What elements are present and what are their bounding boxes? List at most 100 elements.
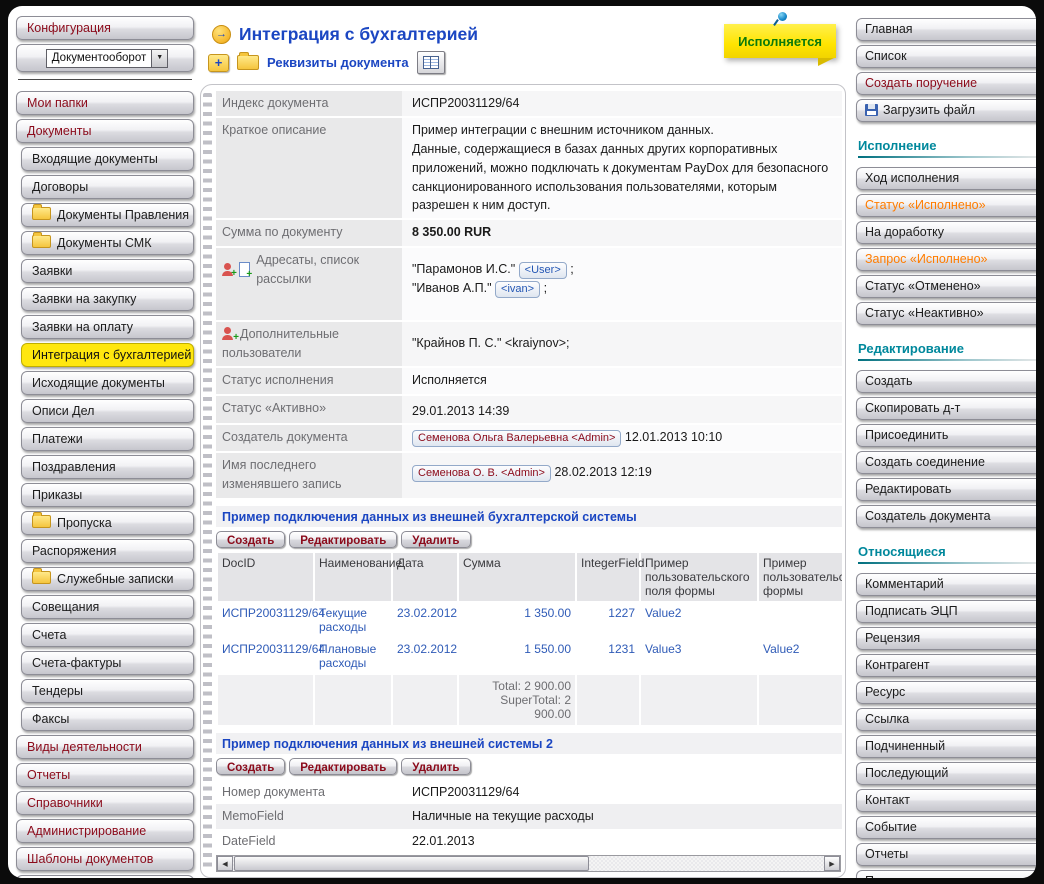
action-button[interactable]: Присоединить xyxy=(856,424,1036,447)
configuration-button[interactable]: Конфигурация xyxy=(16,16,194,40)
sidebar-item[interactable]: Интеграция с бухгалтерией xyxy=(21,343,194,367)
sidebar-item[interactable]: Документы СМК xyxy=(21,231,194,255)
doc-requisites-link[interactable]: Реквизиты документа xyxy=(267,55,409,70)
field-value: 29.01.2013 14:39 xyxy=(402,396,842,424)
delete-button[interactable]: Удалить xyxy=(401,531,470,548)
sidebar-item[interactable]: Документы Правления xyxy=(21,203,194,227)
sidebar-item[interactable]: Распоряжения xyxy=(21,539,194,563)
action-button[interactable]: Контрагент xyxy=(856,654,1036,677)
create-button[interactable]: Создать xyxy=(216,758,285,775)
sidebar-item[interactable]: Заявки на оплату xyxy=(21,315,194,339)
sidebar-item-label: Совещания xyxy=(32,600,99,614)
sidebar-item[interactable]: Пропуска xyxy=(21,511,194,535)
sidebar-item[interactable]: Исходящие документы xyxy=(21,371,194,395)
action-button[interactable]: Ссылка xyxy=(856,708,1036,731)
field-value: Наличные на текущие расходы xyxy=(402,804,842,829)
sidebar-item[interactable]: Документы xyxy=(16,119,194,143)
action-button[interactable]: Комментарий xyxy=(856,573,1036,596)
sidebar-item[interactable]: Мои папки xyxy=(16,91,194,115)
cell-docid[interactable]: ИСПР20031129/64 xyxy=(217,638,314,674)
sidebar-item[interactable]: Администрирование xyxy=(16,819,194,843)
sidebar-item[interactable]: Виды деятельности xyxy=(16,735,194,759)
edit-button[interactable]: Редактировать xyxy=(289,758,397,775)
add-user-icon[interactable]: + xyxy=(222,327,237,340)
sidebar-item[interactable]: Заявки на закупку xyxy=(21,287,194,311)
edit-button[interactable]: Редактировать xyxy=(289,531,397,548)
action-button[interactable]: На доработку xyxy=(856,221,1036,244)
group-header-related: Относящиеся xyxy=(858,544,1036,559)
action-button[interactable]: Подчиненный xyxy=(856,735,1036,758)
sidebar-item[interactable]: Договоры xyxy=(21,175,194,199)
action-button[interactable]: Скопировать д-т xyxy=(856,397,1036,420)
create-button[interactable]: Создать xyxy=(216,531,285,548)
action-button[interactable]: Создать соединение xyxy=(856,451,1036,474)
sidebar-item[interactable]: Факсы xyxy=(21,707,194,731)
field-row: Создатель документа Семенова Ольга Валер… xyxy=(216,425,842,452)
chevron-down-icon[interactable]: ▼ xyxy=(151,50,167,67)
sidebar-item[interactable]: Тендеры xyxy=(21,679,194,703)
field-row: Номер документа ИСПР20031129/64 xyxy=(216,780,842,805)
add-user-icon[interactable]: + xyxy=(222,263,235,276)
action-button[interactable]: Ход исполнения xyxy=(856,167,1036,190)
field-row: Имя последнего изменявшего запись Семено… xyxy=(216,453,842,500)
sidebar-item[interactable]: Платежи xyxy=(21,427,194,451)
module-select[interactable]: Документооборот ▼ xyxy=(46,49,168,68)
action-button[interactable]: Статус «Неактивно» xyxy=(856,302,1036,325)
sidebar-item-label: Отчеты xyxy=(27,768,70,782)
cell-docid[interactable]: ИСПР20031129/64 xyxy=(217,602,314,638)
sidebar-item[interactable]: Счета-фактуры xyxy=(21,651,194,675)
col-custom2: Пример пользовательского поля формы xyxy=(758,553,842,602)
scroll-left-arrow[interactable]: ◀ xyxy=(217,856,233,871)
sidebar-item[interactable]: Отчеты xyxy=(16,763,194,787)
scroll-right-arrow[interactable]: ▶ xyxy=(824,856,840,871)
delete-button[interactable]: Удалить xyxy=(401,758,470,775)
cell-name[interactable]: Плановые расходы xyxy=(314,638,392,674)
action-button[interactable]: Пользователи xyxy=(856,870,1036,878)
list-button[interactable]: Список xyxy=(856,45,1036,68)
horizontal-scrollbar[interactable]: ◀ ▶ xyxy=(216,855,841,872)
table-row[interactable]: ИСПР20031129/64 Текущие расходы 23.02.20… xyxy=(217,602,842,638)
action-button[interactable]: Событие xyxy=(856,816,1036,839)
sidebar-item[interactable]: Служебные записки xyxy=(21,567,194,591)
action-button[interactable]: Запрос «Исполнено» xyxy=(856,248,1036,271)
scrollbar-thumb[interactable] xyxy=(234,856,589,871)
col-docid: DocID xyxy=(217,553,314,602)
table-row[interactable]: ИСПР20031129/64 Плановые расходы 23.02.2… xyxy=(217,638,842,674)
pin-icon xyxy=(778,12,787,21)
sidebar-item[interactable]: Ссылки xyxy=(16,875,194,878)
sidebar-item[interactable]: Шаблоны документов xyxy=(16,847,194,871)
sidebar-item[interactable]: Справочники xyxy=(16,791,194,815)
action-button[interactable]: Подписать ЭЦП xyxy=(856,600,1036,623)
user-chip[interactable]: <User> xyxy=(519,262,567,279)
sidebar-item[interactable]: Входящие документы xyxy=(21,147,194,171)
action-button[interactable]: Статус «Исполнено» xyxy=(856,194,1036,217)
upload-file-button[interactable]: Загрузить файл xyxy=(856,99,1036,122)
sidebar-item-label: Виды деятельности xyxy=(27,740,142,754)
sidebar-item[interactable]: Описи Дел xyxy=(21,399,194,423)
sidebar-item[interactable]: Поздравления xyxy=(21,455,194,479)
action-button[interactable]: Контакт xyxy=(856,789,1036,812)
action-button[interactable]: Последующий xyxy=(856,762,1036,785)
journal-button[interactable] xyxy=(417,51,445,74)
action-button[interactable]: Рецензия xyxy=(856,627,1036,650)
action-button[interactable]: Отчеты xyxy=(856,843,1036,866)
create-assignment-button[interactable]: Создать поручение xyxy=(856,72,1036,95)
sidebar-item[interactable]: Счета xyxy=(21,623,194,647)
action-button[interactable]: Статус «Отменено» xyxy=(856,275,1036,298)
creator-chip[interactable]: Семенова Ольга Валерьевна <Admin> xyxy=(412,430,621,447)
field-label: + + Адресаты, список рассылки xyxy=(216,248,402,320)
action-button[interactable]: Редактировать xyxy=(856,478,1036,501)
add-button[interactable]: + xyxy=(208,54,229,72)
modifier-chip[interactable]: Семенова О. В. <Admin> xyxy=(412,465,551,482)
action-button[interactable]: Создатель документа xyxy=(856,505,1036,528)
add-document-icon[interactable]: + xyxy=(239,262,250,277)
user-chip[interactable]: <ivan> xyxy=(495,281,540,298)
action-button[interactable]: Создать xyxy=(856,370,1036,393)
field-label: Номер документа xyxy=(216,780,402,805)
sidebar-item[interactable]: Совещания xyxy=(21,595,194,619)
sidebar-item[interactable]: Приказы xyxy=(21,483,194,507)
action-button[interactable]: Ресурс xyxy=(856,681,1036,704)
sidebar-item[interactable]: Заявки xyxy=(21,259,194,283)
cell-name[interactable]: Текущие расходы xyxy=(314,602,392,638)
home-button[interactable]: Главная xyxy=(856,18,1036,41)
